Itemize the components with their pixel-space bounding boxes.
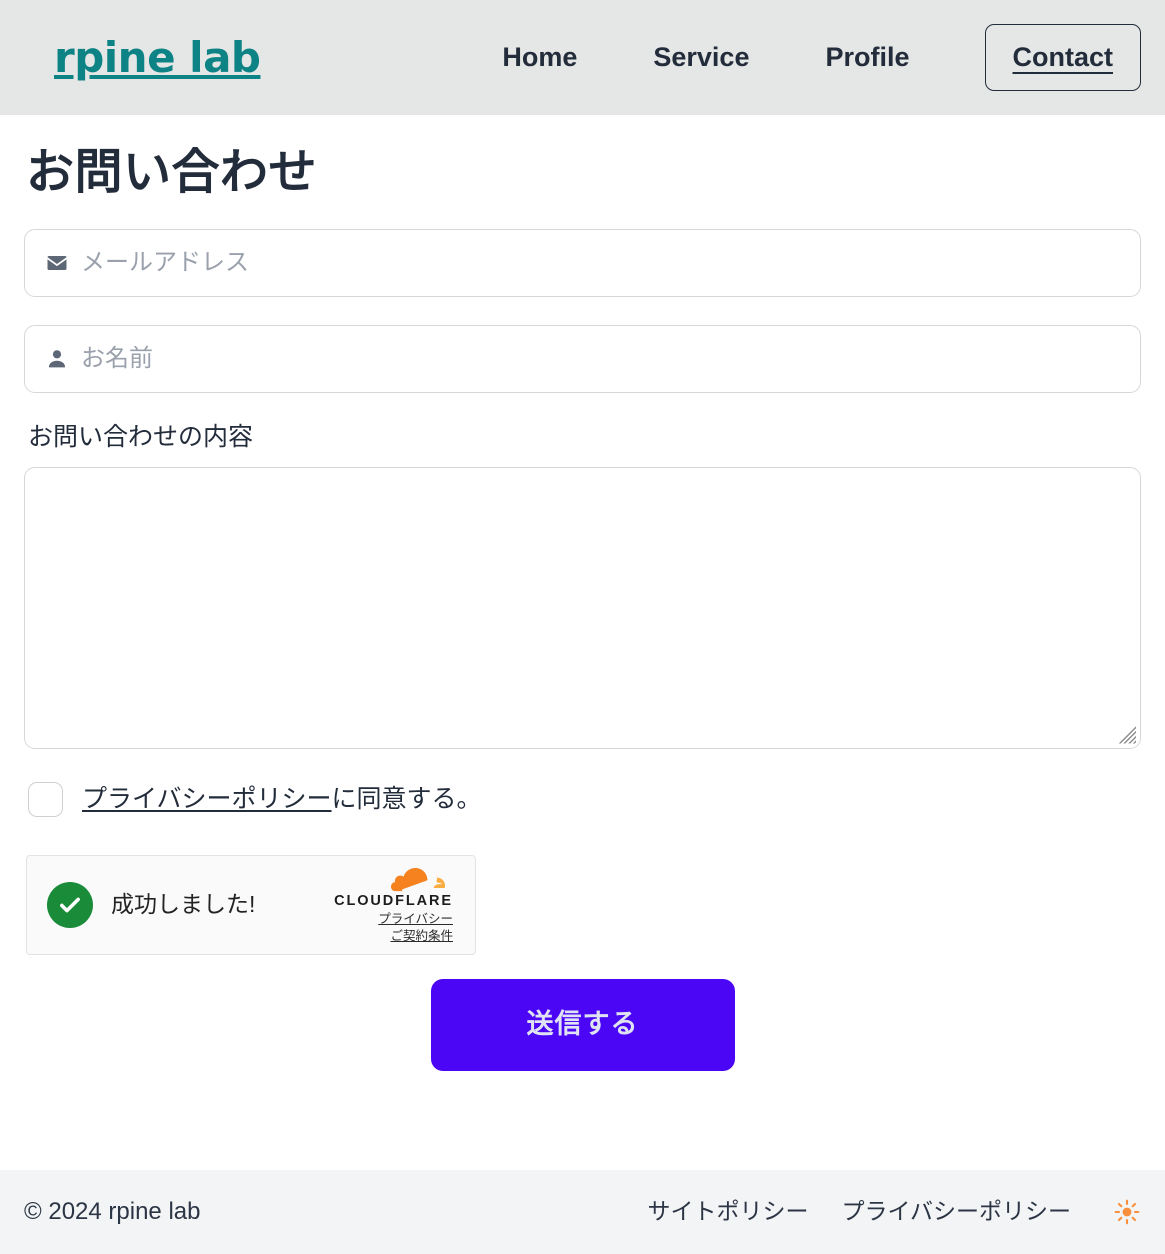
consent-row: プライバシーポリシーに同意する。: [28, 781, 1141, 817]
site-footer: © 2024 rpine lab サイトポリシー プライバシーポリシー: [0, 1170, 1165, 1254]
email-field-wrapper[interactable]: [24, 229, 1141, 297]
message-textarea-wrapper: [24, 466, 1141, 749]
turnstile-links: プライバシー ご契約条件: [378, 912, 453, 944]
cloudflare-wordmark: CLOUDFLARE: [334, 892, 453, 909]
envelope-icon: [45, 251, 69, 275]
theme-toggle-button[interactable]: [1111, 1196, 1143, 1228]
consent-label: プライバシーポリシーに同意する。: [82, 783, 482, 816]
consent-suffix-text: に同意する。: [331, 784, 482, 813]
person-icon: [45, 347, 69, 371]
nav-item-profile[interactable]: Profile: [787, 41, 947, 73]
name-input[interactable]: [81, 343, 1120, 375]
brand-logo[interactable]: rpine lab: [54, 36, 261, 79]
contact-form-main: お問い合わせ お問い合わせの内容 プライバシーポリシーに同意する。: [0, 115, 1165, 1170]
turnstile-terms-link[interactable]: ご契約条件: [390, 929, 453, 945]
turnstile-privacy-link[interactable]: プライバシー: [378, 912, 453, 928]
page-title: お問い合わせ: [26, 146, 318, 199]
name-field-wrapper[interactable]: [24, 325, 1141, 393]
turnstile-status-text: 成功しました!: [111, 890, 256, 917]
privacy-policy-link[interactable]: プライバシーポリシー: [82, 785, 332, 813]
copyright-text: © 2024 rpine lab: [24, 1197, 201, 1225]
cloudflare-cloud-icon: [391, 867, 446, 891]
success-check-icon: [47, 881, 93, 928]
footer-link-site-policy[interactable]: サイトポリシー: [647, 1198, 808, 1226]
email-input[interactable]: [81, 247, 1120, 279]
nav-item-service[interactable]: Service: [615, 41, 787, 73]
privacy-consent-checkbox[interactable]: [28, 781, 63, 817]
submit-row: 送信する: [24, 978, 1141, 1071]
cloudflare-turnstile-widget[interactable]: 成功しました! CLOUDFLARE プライバシー ご契約条件: [26, 854, 476, 955]
nav-item-home[interactable]: Home: [464, 41, 615, 73]
footer-link-privacy-policy[interactable]: プライバシーポリシー: [841, 1198, 1071, 1226]
message-label: お問い合わせの内容: [28, 423, 254, 451]
sun-icon: [1114, 1199, 1140, 1225]
message-textarea[interactable]: [24, 466, 1141, 749]
nav-item-contact[interactable]: Contact: [984, 24, 1141, 91]
cloudflare-branding: CLOUDFLARE プライバシー ご契約条件: [334, 865, 453, 945]
footer-links: サイトポリシー プライバシーポリシー: [614, 1196, 1143, 1228]
main-navigation: Home Service Profile Contact: [464, 24, 1141, 91]
site-header: rpine lab Home Service Profile Contact: [0, 0, 1165, 115]
submit-button[interactable]: 送信する: [430, 978, 735, 1071]
